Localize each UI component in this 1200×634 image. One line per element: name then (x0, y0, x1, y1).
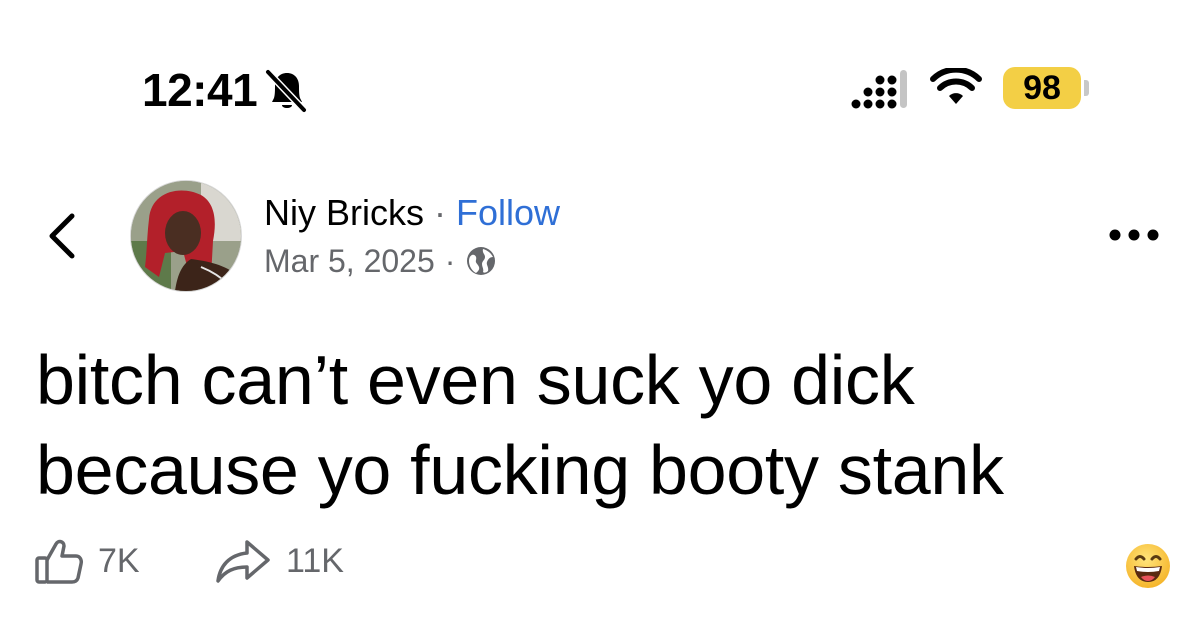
post-text: bitch can’t even suck yo dick because yo… (36, 341, 1004, 509)
cellular-signal-icon (851, 70, 907, 109)
grinning-face-emoji-icon[interactable] (1124, 542, 1172, 590)
thumbs-up-icon (35, 539, 83, 584)
status-bar: 12:41 98 (0, 0, 1200, 130)
share-button[interactable]: 11K (214, 536, 344, 586)
share-count: 11K (286, 542, 344, 580)
battery-cap (1084, 80, 1089, 96)
author-line: Niy Bricks · Follow (264, 192, 560, 234)
battery-indicator: 98 (1003, 67, 1081, 109)
author-name[interactable]: Niy Bricks (264, 192, 424, 233)
like-button[interactable]: 7K (34, 536, 140, 586)
like-count: 7K (98, 542, 140, 580)
status-time: 12:41 (142, 64, 258, 116)
wifi-icon (930, 68, 982, 104)
avatar-photo (131, 181, 241, 291)
date-separator-dot: · (444, 243, 456, 279)
more-options-icon[interactable] (1108, 226, 1160, 244)
share-arrow-icon (216, 540, 270, 583)
post-meta: Mar 5, 2025 · (264, 241, 497, 281)
back-chevron-icon[interactable] (44, 210, 78, 262)
author-avatar[interactable] (130, 180, 242, 292)
post-screen: 12:41 98 Niy Bricks · Follow Mar 5, 2025… (0, 0, 1200, 634)
post-date[interactable]: Mar 5, 2025 (264, 241, 435, 281)
globe-icon (467, 247, 496, 275)
separator-dot: · (434, 192, 447, 233)
bell-slash-icon (264, 68, 308, 114)
follow-button[interactable]: Follow (456, 192, 560, 233)
